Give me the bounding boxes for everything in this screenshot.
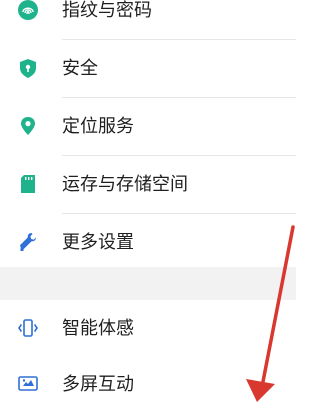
settings-item-label: 多屏互动 (62, 374, 134, 395)
settings-item-location[interactable]: 定位服务 (0, 98, 296, 155)
settings-item-label: 定位服务 (62, 116, 134, 137)
settings-item-storage[interactable]: 运存与存储空间 (0, 156, 296, 213)
settings-item-label: 安全 (62, 58, 98, 79)
settings-item-label: 运存与存储空间 (62, 174, 188, 195)
settings-item-label: 更多设置 (62, 232, 134, 253)
settings-item-more-settings[interactable]: 更多设置 (0, 214, 296, 271)
wrench-icon (17, 231, 39, 253)
settings-item-security[interactable]: 安全 (0, 40, 296, 97)
settings-item-multi-screen[interactable]: 多屏互动 (0, 356, 296, 413)
section-gap (0, 267, 296, 300)
fingerprint-icon (17, 0, 39, 21)
settings-list: 指纹与密码 安全 定位服务 运存与存储空间 更多设置 智能体感 多屏互动 (0, 0, 296, 413)
settings-item-fingerprint-password[interactable]: 指纹与密码 (0, 0, 296, 39)
settings-item-label: 智能体感 (62, 318, 134, 339)
phone-motion-icon (17, 317, 39, 339)
sd-card-icon (17, 173, 39, 195)
settings-item-smart-motion[interactable]: 智能体感 (0, 300, 296, 357)
screen-cast-icon (17, 373, 39, 395)
settings-item-label: 指纹与密码 (62, 0, 152, 21)
location-pin-icon (17, 115, 39, 137)
shield-icon (17, 57, 39, 79)
